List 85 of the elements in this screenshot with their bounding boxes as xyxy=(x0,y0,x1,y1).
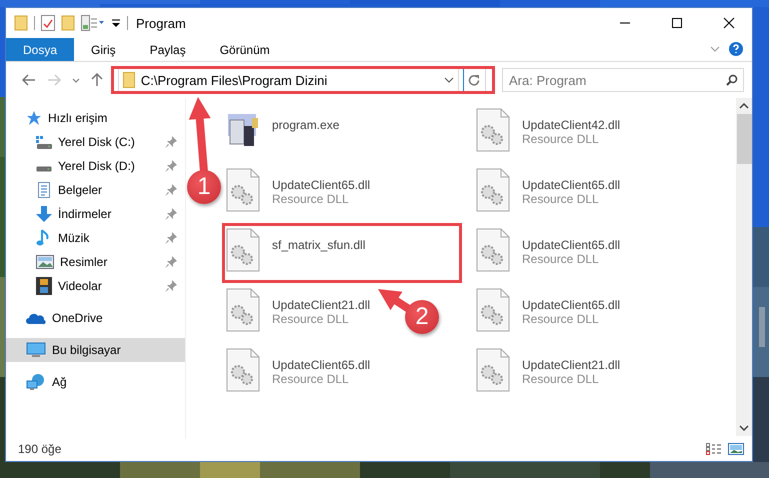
file-type: Resource DLL xyxy=(272,372,350,386)
address-bar[interactable]: C:\Program Files\Program Dizini xyxy=(118,68,459,92)
gear-file-icon xyxy=(226,168,260,212)
file-type: Resource DLL xyxy=(522,252,600,266)
item-count: 190 öğe xyxy=(18,442,62,456)
image-icon xyxy=(36,255,54,269)
scroll-up-icon[interactable] xyxy=(739,103,749,109)
file-type: Resource DLL xyxy=(522,372,600,386)
scroll-down-icon[interactable] xyxy=(739,425,749,431)
checklist-icon[interactable] xyxy=(41,15,55,31)
customize-caret-icon[interactable] xyxy=(111,17,121,29)
drive-icon xyxy=(36,136,52,148)
pin-icon[interactable] xyxy=(165,208,177,220)
down-arrow-icon xyxy=(36,206,52,222)
cloud-icon xyxy=(26,311,46,325)
refresh-icon xyxy=(468,74,480,86)
sidebar-item[interactable]: Hızlı erişim xyxy=(6,106,185,130)
gear-file-icon xyxy=(226,228,260,272)
file-name[interactable]: UpdateClient65.dll xyxy=(272,178,370,192)
film-icon xyxy=(36,277,52,295)
large-icons-view-icon[interactable] xyxy=(728,443,744,455)
pin-icon[interactable] xyxy=(165,136,177,148)
folder-icon[interactable] xyxy=(14,15,28,31)
scroll-thumb[interactable] xyxy=(736,114,752,164)
scrollbar[interactable] xyxy=(736,98,752,436)
up-arrow-icon xyxy=(91,73,104,87)
sidebar-item[interactable]: Belgeler xyxy=(6,178,185,202)
gear-file-icon xyxy=(476,348,510,392)
left-arrow-icon xyxy=(22,74,36,86)
ribbon-tab[interactable]: Görünüm xyxy=(202,38,287,61)
file-name[interactable]: sf_matrix_sfun.dll xyxy=(272,238,366,252)
gear-file-icon xyxy=(476,108,510,152)
sidebar-item[interactable]: Bu bilgisayar xyxy=(6,338,185,362)
file-name[interactable]: UpdateClient42.dll xyxy=(522,118,620,132)
file-type: Resource DLL xyxy=(522,132,600,146)
file-name[interactable]: UpdateClient21.dll xyxy=(522,358,620,372)
sidebar-item[interactable]: Yerel Disk (D:) xyxy=(6,154,185,178)
sidebar-item[interactable]: Resimler xyxy=(6,250,185,274)
file-name[interactable]: UpdateClient65.dll xyxy=(522,238,620,252)
file-name[interactable]: program.exe xyxy=(272,118,340,132)
ribbon-tab[interactable]: Dosya xyxy=(6,38,74,61)
pin-icon[interactable] xyxy=(165,160,177,172)
gear-file-icon xyxy=(226,348,260,392)
file-name[interactable]: UpdateClient21.dll xyxy=(272,298,370,312)
file-type: Resource DLL xyxy=(272,192,350,206)
file-type: Resource DLL xyxy=(522,312,600,326)
ribbon-tab[interactable]: Paylaş xyxy=(132,38,203,61)
sidebar-item[interactable]: OneDrive xyxy=(6,306,185,330)
document-icon xyxy=(36,182,52,198)
chevron-down-icon xyxy=(72,78,80,82)
sidebar-item[interactable]: Yerel Disk (C:) xyxy=(6,130,185,154)
pin-icon[interactable] xyxy=(165,184,177,196)
ribbon-tab[interactable]: Giriş xyxy=(74,38,133,61)
sidebar-item[interactable]: İndirmeler xyxy=(6,202,185,226)
maximize-icon xyxy=(671,17,683,29)
pin-icon[interactable] xyxy=(165,280,177,292)
file-type: Resource DLL xyxy=(272,312,350,326)
properties-icon[interactable] xyxy=(81,15,105,31)
refresh-button[interactable] xyxy=(462,68,486,92)
chevron-down-icon[interactable] xyxy=(444,77,454,83)
sidebar-item[interactable]: Videolar xyxy=(6,274,185,298)
file-name[interactable]: UpdateClient65.dll xyxy=(522,178,620,192)
file-name[interactable]: UpdateClient65.dll xyxy=(272,358,370,372)
gear-file-icon xyxy=(476,228,510,272)
details-view-icon[interactable] xyxy=(706,443,722,455)
sidebar-item[interactable]: Müzik xyxy=(6,226,185,250)
folder-icon xyxy=(122,72,135,88)
pin-icon[interactable] xyxy=(165,232,177,244)
file-type: Resource DLL xyxy=(522,192,600,206)
folder-icon[interactable] xyxy=(61,15,75,31)
window-title: Program xyxy=(136,16,186,30)
gear-file-icon xyxy=(476,288,510,332)
minimize-icon xyxy=(619,22,631,24)
monitor-icon xyxy=(26,342,46,358)
gear-file-icon xyxy=(226,288,260,332)
right-arrow-icon xyxy=(47,74,62,86)
pin-icon[interactable] xyxy=(165,256,177,268)
drive-icon xyxy=(36,166,52,172)
sidebar-item[interactable]: Ağ xyxy=(6,370,185,394)
star-icon xyxy=(26,110,42,126)
close-icon xyxy=(723,17,735,29)
file-name[interactable]: UpdateClient65.dll xyxy=(522,298,620,312)
gear-file-icon xyxy=(476,168,510,212)
network-icon xyxy=(26,373,46,391)
help-icon[interactable] xyxy=(728,41,744,57)
